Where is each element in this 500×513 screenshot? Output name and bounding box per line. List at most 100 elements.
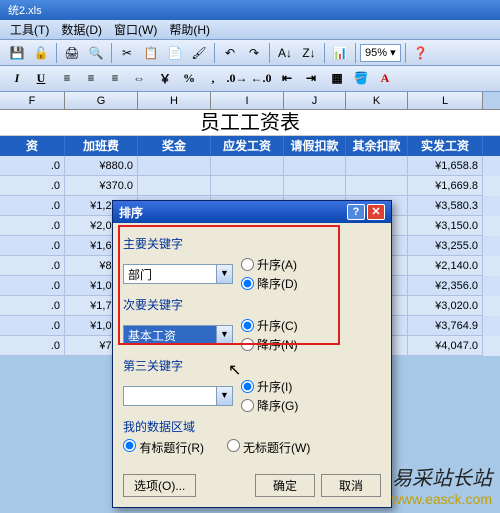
cell[interactable]: ¥3,580.3 <box>408 196 483 216</box>
has-header-radio[interactable]: 有标题行(R) <box>123 439 204 456</box>
tertiary-asc-radio[interactable]: 升序(I) <box>241 378 298 395</box>
format-painter-icon[interactable]: 🖌 <box>188 42 210 64</box>
align-center-icon[interactable]: ≡ <box>80 68 102 90</box>
help-icon[interactable]: ❓ <box>410 42 432 64</box>
cell[interactable]: .0 <box>0 236 65 256</box>
cell[interactable] <box>346 176 408 196</box>
undo-icon[interactable]: ↶ <box>219 42 241 64</box>
fill-color-icon[interactable]: 🪣 <box>350 68 372 90</box>
header-cell: 请假扣款 <box>284 136 346 156</box>
cell[interactable] <box>284 156 346 176</box>
cell[interactable]: ¥1,658.8 <box>408 156 483 176</box>
header-cell: 其余扣款 <box>346 136 408 156</box>
dialog-help-icon[interactable]: ? <box>347 204 365 220</box>
secondary-key-combo[interactable]: 基本工资▼ <box>123 325 233 345</box>
menu-data[interactable]: 数据(D) <box>61 21 102 38</box>
col-header[interactable]: F <box>0 92 65 109</box>
table-header-row: 资 加班费 奖金 应发工资 请假扣款 其余扣款 实发工资 <box>0 136 500 156</box>
tertiary-key-combo[interactable]: ▼ <box>123 386 233 406</box>
underline-icon[interactable]: U <box>30 68 52 90</box>
cell[interactable]: ¥2,356.0 <box>408 276 483 296</box>
cell[interactable]: .0 <box>0 216 65 236</box>
cell[interactable]: ¥3,020.0 <box>408 296 483 316</box>
cell[interactable] <box>211 156 284 176</box>
cell[interactable]: .0 <box>0 176 65 196</box>
chart-icon[interactable]: 📊 <box>329 42 351 64</box>
col-header[interactable]: H <box>138 92 211 109</box>
primary-asc-radio[interactable]: 升序(A) <box>241 256 298 273</box>
menu-help[interactable]: 帮助(H) <box>169 21 210 38</box>
col-header[interactable]: I <box>211 92 284 109</box>
print-icon[interactable]: 🖨 <box>61 42 83 64</box>
cut-icon[interactable]: ✂ <box>116 42 138 64</box>
borders-icon[interactable]: ▦ <box>326 68 348 90</box>
close-icon[interactable]: ✕ <box>367 204 385 220</box>
secondary-asc-radio[interactable]: 升序(C) <box>241 317 298 334</box>
ok-button[interactable]: 确定 <box>255 474 315 497</box>
cell[interactable] <box>346 156 408 176</box>
col-header[interactable]: L <box>408 92 483 109</box>
data-region-label: 我的数据区域 <box>123 418 381 435</box>
merge-icon[interactable]: ⇔ <box>128 68 150 90</box>
cancel-button[interactable]: 取消 <box>321 474 381 497</box>
chevron-down-icon[interactable]: ▼ <box>216 265 232 283</box>
currency-icon[interactable]: ￥ <box>154 68 176 90</box>
col-header[interactable]: J <box>284 92 346 109</box>
cell[interactable]: .0 <box>0 316 65 336</box>
primary-desc-radio[interactable]: 降序(D) <box>241 275 298 292</box>
cell[interactable]: ¥4,047.0 <box>408 336 483 356</box>
indent-dec-icon[interactable]: ⇤ <box>276 68 298 90</box>
align-right-icon[interactable]: ≡ <box>104 68 126 90</box>
col-header[interactable]: G <box>65 92 138 109</box>
cell[interactable]: .0 <box>0 276 65 296</box>
italic-icon[interactable]: I <box>6 68 28 90</box>
cell[interactable] <box>211 176 284 196</box>
no-header-radio[interactable]: 无标题行(W) <box>227 439 311 456</box>
primary-key-combo[interactable]: 部门▼ <box>123 264 233 284</box>
cell[interactable]: ¥880.0 <box>65 156 138 176</box>
cell[interactable]: ¥370.0 <box>65 176 138 196</box>
header-cell: 应发工资 <box>211 136 284 156</box>
menu-window[interactable]: 窗口(W) <box>114 21 157 38</box>
percent-icon[interactable]: % <box>178 68 200 90</box>
secondary-desc-radio[interactable]: 降序(N) <box>241 336 298 353</box>
sort-desc-icon[interactable]: Z↓ <box>298 42 320 64</box>
menu-tools[interactable]: 工具(T) <box>10 21 49 38</box>
copy-icon[interactable]: 📋 <box>140 42 162 64</box>
cell[interactable]: .0 <box>0 336 65 356</box>
dialog-titlebar[interactable]: 排序 ? ✕ <box>113 201 391 223</box>
cell[interactable]: .0 <box>0 156 65 176</box>
chevron-down-icon[interactable]: ▼ <box>216 326 232 344</box>
cell[interactable]: .0 <box>0 256 65 276</box>
inc-decimal-icon[interactable]: .0→ <box>226 68 248 90</box>
options-button[interactable]: 选项(O)... <box>123 474 196 497</box>
redo-icon[interactable]: ↷ <box>243 42 265 64</box>
cell[interactable] <box>284 176 346 196</box>
col-header[interactable]: K <box>346 92 408 109</box>
table-row[interactable]: .0¥370.0 ¥1,669.8 <box>0 176 500 196</box>
cell[interactable]: ¥1,669.8 <box>408 176 483 196</box>
cell[interactable]: .0 <box>0 196 65 216</box>
cell[interactable] <box>138 176 211 196</box>
save-icon[interactable]: 💾 <box>6 42 28 64</box>
cell[interactable]: ¥3,764.9 <box>408 316 483 336</box>
sort-asc-icon[interactable]: A↓ <box>274 42 296 64</box>
indent-inc-icon[interactable]: ⇥ <box>300 68 322 90</box>
cell[interactable]: ¥3,255.0 <box>408 236 483 256</box>
primary-key-label: 主要关键字 <box>123 235 381 252</box>
cell[interactable]: ¥3,150.0 <box>408 216 483 236</box>
table-row[interactable]: .0¥880.0 ¥1,658.8 <box>0 156 500 176</box>
cell[interactable]: ¥2,140.0 <box>408 256 483 276</box>
cell[interactable]: .0 <box>0 296 65 316</box>
preview-icon[interactable]: 🔍 <box>85 42 107 64</box>
zoom-combo[interactable]: 95% ▾ <box>360 44 401 62</box>
paste-icon[interactable]: 📄 <box>164 42 186 64</box>
chevron-down-icon[interactable]: ▼ <box>216 387 232 405</box>
cell[interactable] <box>138 156 211 176</box>
font-color-icon[interactable]: A <box>374 68 396 90</box>
align-left-icon[interactable]: ≡ <box>56 68 78 90</box>
comma-icon[interactable]: , <box>202 68 224 90</box>
permission-icon[interactable]: 🔓 <box>30 42 52 64</box>
tertiary-desc-radio[interactable]: 降序(G) <box>241 397 298 414</box>
dec-decimal-icon[interactable]: ←.0 <box>250 68 272 90</box>
